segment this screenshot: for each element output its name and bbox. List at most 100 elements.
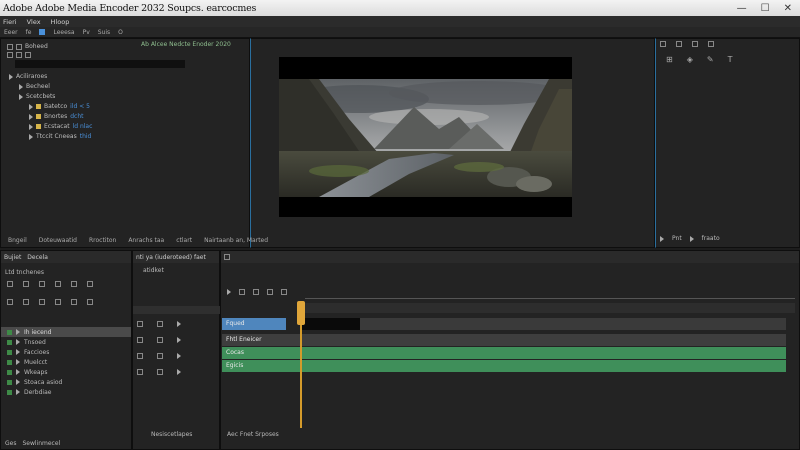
project-tab[interactable]: Boheed — [7, 43, 48, 50]
stack-icon[interactable]: ⊞ — [666, 55, 673, 64]
checkbox-icon[interactable] — [157, 321, 163, 327]
timeline-track[interactable]: Egicis — [222, 360, 786, 372]
play-icon[interactable] — [660, 235, 664, 242]
layer-row[interactable]: Muelcct — [1, 357, 131, 367]
timeline-track[interactable]: Cocas — [222, 347, 786, 359]
expand-icon[interactable] — [19, 83, 23, 90]
expand-icon[interactable] — [16, 389, 20, 395]
grid-icon[interactable] — [16, 43, 22, 50]
monitor-footer-item[interactable]: Nairtaanb an, Marted — [204, 237, 268, 244]
project-tree-item[interactable]: Scetcbets — [19, 93, 55, 100]
toolbar-item-4[interactable]: Pv — [83, 29, 90, 36]
monitor-footer-item[interactable]: Anrachs taa — [128, 237, 164, 244]
menu-item-1[interactable]: Fieri — [3, 18, 17, 26]
panel-tab-icon[interactable] — [692, 41, 698, 47]
effect-row[interactable] — [137, 353, 217, 359]
project-search-input[interactable] — [15, 60, 185, 68]
effect-row[interactable] — [137, 369, 217, 375]
panel-menu-icon[interactable] — [224, 254, 230, 260]
play-icon[interactable] — [177, 337, 181, 343]
tool-icon[interactable] — [87, 299, 93, 305]
tool-icon[interactable] — [23, 281, 29, 287]
timeline-track[interactable]: Fqued — [222, 318, 786, 330]
text-icon[interactable]: T — [728, 55, 733, 64]
menu-item-2[interactable]: Vlex — [27, 18, 41, 26]
checkbox-icon[interactable] — [157, 337, 163, 343]
toolbar-item-1[interactable]: Eeer — [4, 29, 18, 36]
layer-row[interactable]: Ih iecend — [1, 327, 131, 337]
monitor-footer-item[interactable]: ctlart — [176, 237, 192, 244]
checkbox-icon[interactable] — [137, 353, 143, 359]
toolbar-item-5[interactable]: Suis — [98, 29, 110, 36]
list-view-icon[interactable] — [7, 52, 13, 58]
expand-icon[interactable] — [19, 93, 23, 100]
tool-icon[interactable] — [267, 289, 273, 295]
play-icon[interactable] — [689, 235, 694, 242]
checkbox-icon[interactable] — [157, 353, 163, 359]
layers-footer-item[interactable]: Ges — [5, 440, 16, 447]
panel-menu-icon[interactable] — [7, 43, 13, 50]
expand-icon[interactable] — [16, 339, 20, 345]
effect-row[interactable] — [137, 337, 217, 343]
play-icon[interactable] — [227, 289, 231, 295]
monitor-footer-item[interactable]: Rroctiton — [89, 237, 116, 244]
expand-icon[interactable] — [9, 73, 13, 80]
expand-icon[interactable] — [16, 369, 20, 375]
tool-icon[interactable] — [7, 299, 13, 305]
expand-icon[interactable] — [29, 113, 33, 120]
timeline-ruler[interactable] — [305, 289, 795, 299]
expand-icon[interactable] — [16, 359, 20, 365]
monitor-footer-item[interactable]: Doteuwaatid — [39, 237, 77, 244]
layer-row[interactable]: Stoaca asiod — [1, 377, 131, 387]
tool-icon[interactable] — [55, 281, 61, 287]
tool-icon[interactable] — [87, 281, 93, 287]
expand-icon[interactable] — [16, 349, 20, 355]
layer-row[interactable]: Wkeaps — [1, 367, 131, 377]
checkbox-icon[interactable] — [157, 369, 163, 375]
tool-icon[interactable] — [253, 289, 259, 295]
tool-icon[interactable] — [7, 281, 13, 287]
expand-icon[interactable] — [29, 123, 33, 130]
track-lane[interactable] — [360, 318, 786, 330]
toolbar-item-2[interactable]: fe — [26, 29, 32, 36]
clip-block[interactable] — [300, 318, 360, 330]
effects-tab[interactable]: nti ya (iuderoteed) faet — [136, 254, 206, 261]
play-icon[interactable] — [177, 369, 181, 375]
tool-icon[interactable] — [55, 299, 61, 305]
tool-icon[interactable] — [39, 281, 45, 287]
play-icon[interactable] — [177, 353, 181, 359]
expand-icon[interactable] — [16, 329, 20, 335]
marker-lane[interactable] — [305, 303, 795, 313]
menu-item-3[interactable]: Hloop — [51, 18, 70, 26]
pen-icon[interactable]: ✎ — [707, 55, 714, 64]
tool-icon[interactable] — [23, 299, 29, 305]
color-swatch-icon[interactable] — [39, 29, 46, 35]
icon-view-icon[interactable] — [16, 52, 22, 58]
project-tree-item[interactable]: Becheel — [19, 83, 50, 90]
toolbar-item-3[interactable]: Leeesa — [53, 29, 74, 36]
project-tree-item[interactable]: Bnortes dcht — [29, 113, 84, 120]
play-icon[interactable] — [177, 321, 181, 327]
tool-icon[interactable] — [39, 299, 45, 305]
project-tree-item[interactable]: Aciliraroes — [9, 73, 47, 80]
layer-row[interactable]: Faccioes — [1, 347, 131, 357]
timeline-track[interactable]: Fhtl Eneicer — [222, 334, 786, 346]
effects-footer[interactable]: Nesiscetlapes — [151, 431, 192, 438]
expand-icon[interactable] — [16, 379, 20, 385]
checkbox-icon[interactable] — [137, 337, 143, 343]
video-preview[interactable] — [279, 57, 572, 217]
tool-icon[interactable] — [239, 289, 245, 295]
layers-tab[interactable]: Bujiet — [4, 254, 21, 261]
playhead-handle[interactable] — [297, 301, 305, 325]
layer-row[interactable]: Tnsoed — [1, 337, 131, 347]
right-footer-item[interactable]: Pnt — [672, 235, 682, 242]
project-tree-item[interactable]: Batetco ild < 5 — [29, 103, 90, 110]
layer-row[interactable]: Derbdiae — [1, 387, 131, 397]
maximize-icon[interactable]: ☐ — [761, 3, 770, 14]
panel-tab-icon[interactable] — [660, 41, 666, 47]
panel-tab-icon[interactable] — [708, 41, 714, 47]
mask-icon[interactable]: ◈ — [687, 55, 693, 64]
project-tree-item[interactable]: Ecstacat ld nlac — [29, 123, 92, 130]
close-icon[interactable]: ✕ — [784, 3, 792, 14]
project-tree-item[interactable]: Ttccit Cneeas thid — [29, 133, 91, 140]
